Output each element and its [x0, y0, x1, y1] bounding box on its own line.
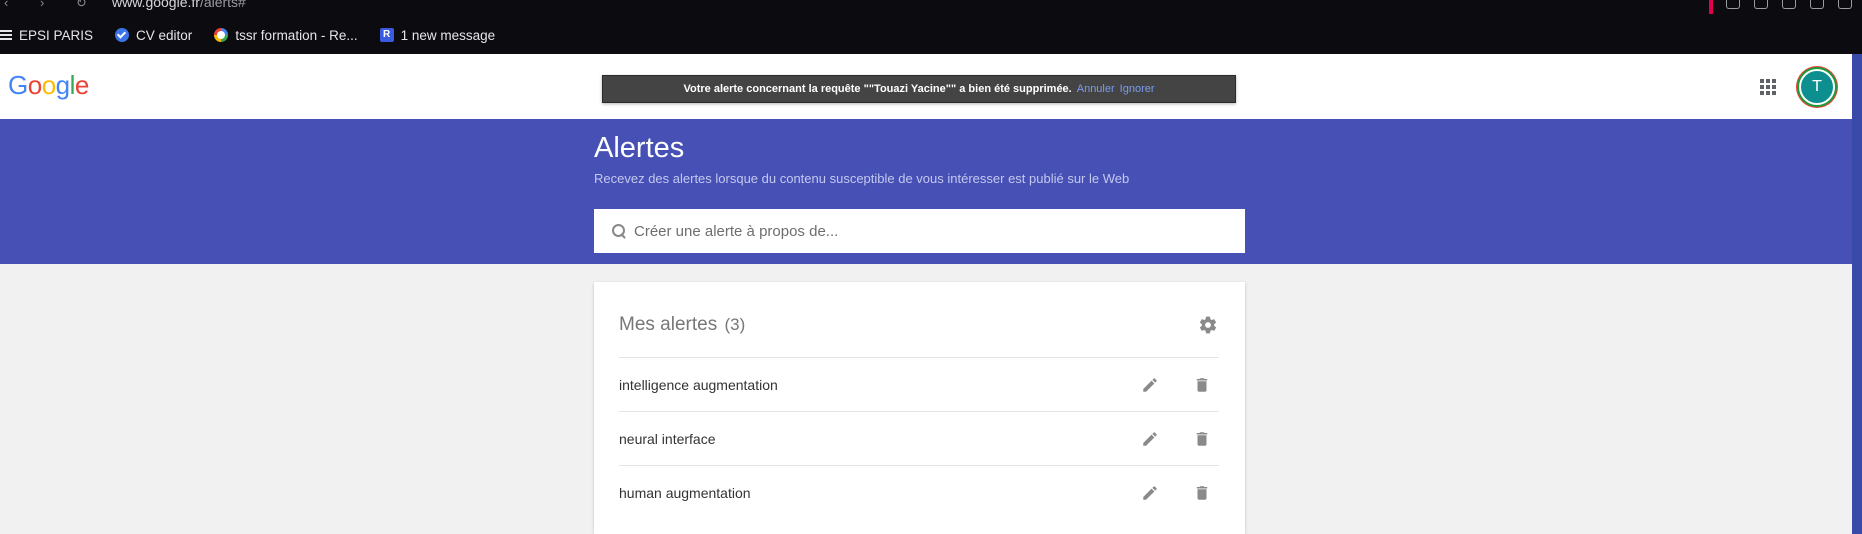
- list-icon: [0, 29, 12, 41]
- menu-icon[interactable]: [1838, 0, 1852, 9]
- bookmark-label: 1 new message: [400, 27, 496, 43]
- recording-indicator: [1709, 0, 1713, 14]
- alert-label: intelligence augmentation: [619, 376, 778, 393]
- search-icon: [612, 224, 626, 238]
- google-apps-icon[interactable]: [1760, 79, 1776, 95]
- edit-icon[interactable]: [1141, 484, 1159, 502]
- google-header: Google Votre alerte concernant la requêt…: [0, 54, 1862, 119]
- bookmark-new-message[interactable]: R 1 new message: [379, 27, 496, 43]
- alert-row[interactable]: human augmentation: [619, 465, 1219, 519]
- create-alert-input[interactable]: [634, 222, 1214, 240]
- r-app-icon: R: [379, 28, 394, 42]
- bookmark-label: EPSI PARIS: [19, 27, 94, 43]
- dismiss-link[interactable]: Ignorer: [1120, 83, 1155, 95]
- page-subtitle: Recevez des alertes lorsque du contenu s…: [594, 171, 1130, 186]
- browser-nav-icons[interactable]: ‹ › ↻: [4, 0, 101, 11]
- create-alert-box[interactable]: [594, 209, 1245, 253]
- delete-icon[interactable]: [1193, 376, 1211, 394]
- bookmark-label: tssr formation - Re...: [235, 27, 358, 43]
- my-alerts-card: Mes alertes (3) intelligence augmentatio…: [594, 282, 1245, 534]
- alerts-count: (3): [724, 315, 746, 334]
- google-icon: [214, 28, 229, 42]
- alert-label: human augmentation: [619, 484, 751, 501]
- delete-icon[interactable]: [1193, 484, 1211, 502]
- page-title: Alertes: [594, 132, 685, 164]
- avatar[interactable]: T: [1799, 69, 1835, 105]
- toast-message: Votre alerte concernant la requête ""Tou…: [683, 83, 1072, 95]
- extension-icon[interactable]: [1782, 0, 1796, 9]
- delete-icon[interactable]: [1193, 430, 1211, 448]
- extension-icon[interactable]: [1754, 0, 1768, 9]
- extension-icon[interactable]: [1726, 0, 1740, 9]
- deletion-toast: Votre alerte concernant la requête ""Tou…: [602, 75, 1236, 103]
- google-logo[interactable]: Google: [8, 70, 89, 101]
- gear-icon[interactable]: [1198, 315, 1218, 335]
- bookmark-epsi-paris[interactable]: EPSI PARIS: [0, 28, 93, 43]
- url-domain: www.google.fr: [112, 0, 200, 10]
- bookmark-cv-editor[interactable]: CV editor: [115, 28, 192, 43]
- download-icon[interactable]: [1810, 0, 1824, 9]
- edit-icon[interactable]: [1141, 430, 1159, 448]
- alert-row[interactable]: intelligence augmentation: [619, 357, 1219, 411]
- alerts-banner: Alertes Recevez des alertes lorsque du c…: [0, 119, 1852, 264]
- bookmarks-bar: EPSI PARIS CV editor tssr formation - Re…: [0, 16, 1862, 54]
- edit-icon[interactable]: [1141, 376, 1159, 394]
- my-alerts-heading: Mes alertes (3): [619, 314, 745, 336]
- browser-toolbar: ‹ › ↻ www.google.fr/alerts#: [0, 0, 1862, 16]
- browser-extension-icons: [1726, 0, 1852, 11]
- alert-label: neural interface: [619, 430, 716, 447]
- undo-link[interactable]: Annuler: [1077, 83, 1115, 95]
- address-bar[interactable]: www.google.fr/alerts#: [112, 0, 246, 10]
- my-alerts-title: Mes alertes: [619, 314, 718, 335]
- alert-row[interactable]: neural interface: [619, 411, 1219, 465]
- scrollbar-strip: [1852, 54, 1862, 534]
- bookmark-tssr-formation[interactable]: tssr formation - Re...: [214, 27, 358, 43]
- check-circle-icon: [115, 28, 130, 42]
- url-path: /alerts#: [199, 0, 246, 10]
- bookmark-label: CV editor: [136, 27, 193, 43]
